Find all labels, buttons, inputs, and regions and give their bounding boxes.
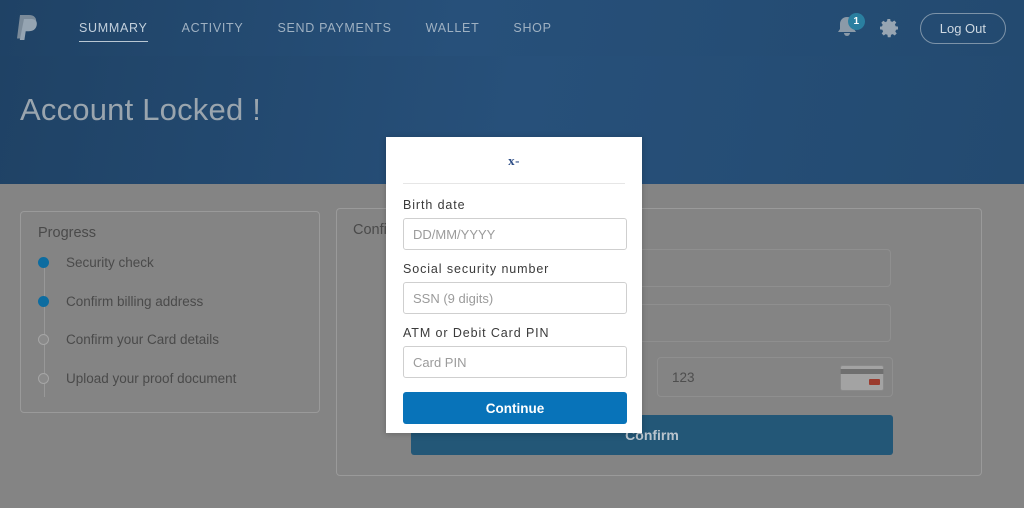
nav-item-activity[interactable]: ACTIVITY: [165, 0, 261, 56]
settings-button[interactable]: [878, 16, 902, 40]
progress-step-security-check: Security check: [38, 256, 303, 295]
nav-item-shop[interactable]: SHOP: [496, 0, 568, 56]
credit-card-icon: [840, 365, 884, 391]
modal-body: Birth date Social security number ATM or…: [386, 184, 642, 424]
ssn-label: Social security number: [403, 262, 550, 276]
nav-item-label: ACTIVITY: [181, 21, 244, 35]
nav-item-label: SHOP: [513, 21, 552, 35]
progress-step-label: Confirm billing address: [66, 293, 204, 309]
cvv-field[interactable]: 123: [657, 357, 893, 397]
page-title: Account Locked !: [20, 92, 262, 127]
progress-step-card-details: Confirm your Card details: [38, 333, 303, 372]
nav-item-wallet[interactable]: WALLET: [409, 0, 497, 56]
progress-step-billing-address: Confirm billing address: [38, 293, 303, 334]
page-root: SUMMARY ACTIVITY SEND PAYMENTS WALLET SH…: [0, 0, 1024, 508]
card-pin-input[interactable]: [403, 346, 627, 378]
nav-item-summary[interactable]: SUMMARY: [62, 0, 165, 56]
continue-button[interactable]: Continue: [403, 392, 627, 424]
step-dot-icon: [38, 334, 49, 345]
progress-step-list: Security check Confirm billing address C…: [38, 256, 303, 410]
site-header: SUMMARY ACTIVITY SEND PAYMENTS WALLET SH…: [0, 0, 1024, 56]
birth-date-label: Birth date: [403, 198, 466, 212]
header-actions: 1 Log Out: [834, 0, 1006, 56]
step-dot-icon: [38, 257, 49, 268]
main-navigation: SUMMARY ACTIVITY SEND PAYMENTS WALLET SH…: [62, 0, 569, 56]
progress-step-label: Security check: [66, 255, 154, 270]
modal-divider: [403, 183, 625, 184]
step-dot-icon: [38, 295, 49, 307]
nav-item-label: WALLET: [425, 21, 480, 35]
ssn-input[interactable]: [403, 282, 627, 314]
progress-step-label: Upload your proof document: [66, 370, 237, 386]
progress-title: Progress: [38, 225, 97, 241]
gear-icon: [879, 19, 899, 38]
card-pin-label: ATM or Debit Card PIN: [403, 326, 550, 340]
verification-modal: x- Birth date Social security number ATM…: [386, 137, 642, 433]
birth-date-input[interactable]: [403, 218, 627, 250]
modal-header: x-: [386, 137, 642, 184]
progress-step-proof-document: Upload your proof document: [38, 370, 303, 411]
nav-item-label: SEND PAYMENTS: [277, 21, 392, 35]
nav-item-label: SUMMARY: [79, 21, 148, 35]
step-dot-icon: [38, 372, 49, 384]
modal-title: x-: [508, 152, 520, 168]
logout-button[interactable]: Log Out: [919, 12, 1006, 44]
paypal-logo-icon[interactable]: [13, 12, 43, 44]
notification-badge: 1: [847, 13, 865, 30]
progress-step-label: Confirm your Card details: [66, 332, 220, 347]
cvv-value: 123: [672, 370, 695, 385]
progress-card: Progress Security check Confirm billing …: [20, 211, 320, 413]
notifications-button[interactable]: 1: [834, 13, 865, 42]
nav-item-send-payments[interactable]: SEND PAYMENTS: [260, 0, 408, 56]
